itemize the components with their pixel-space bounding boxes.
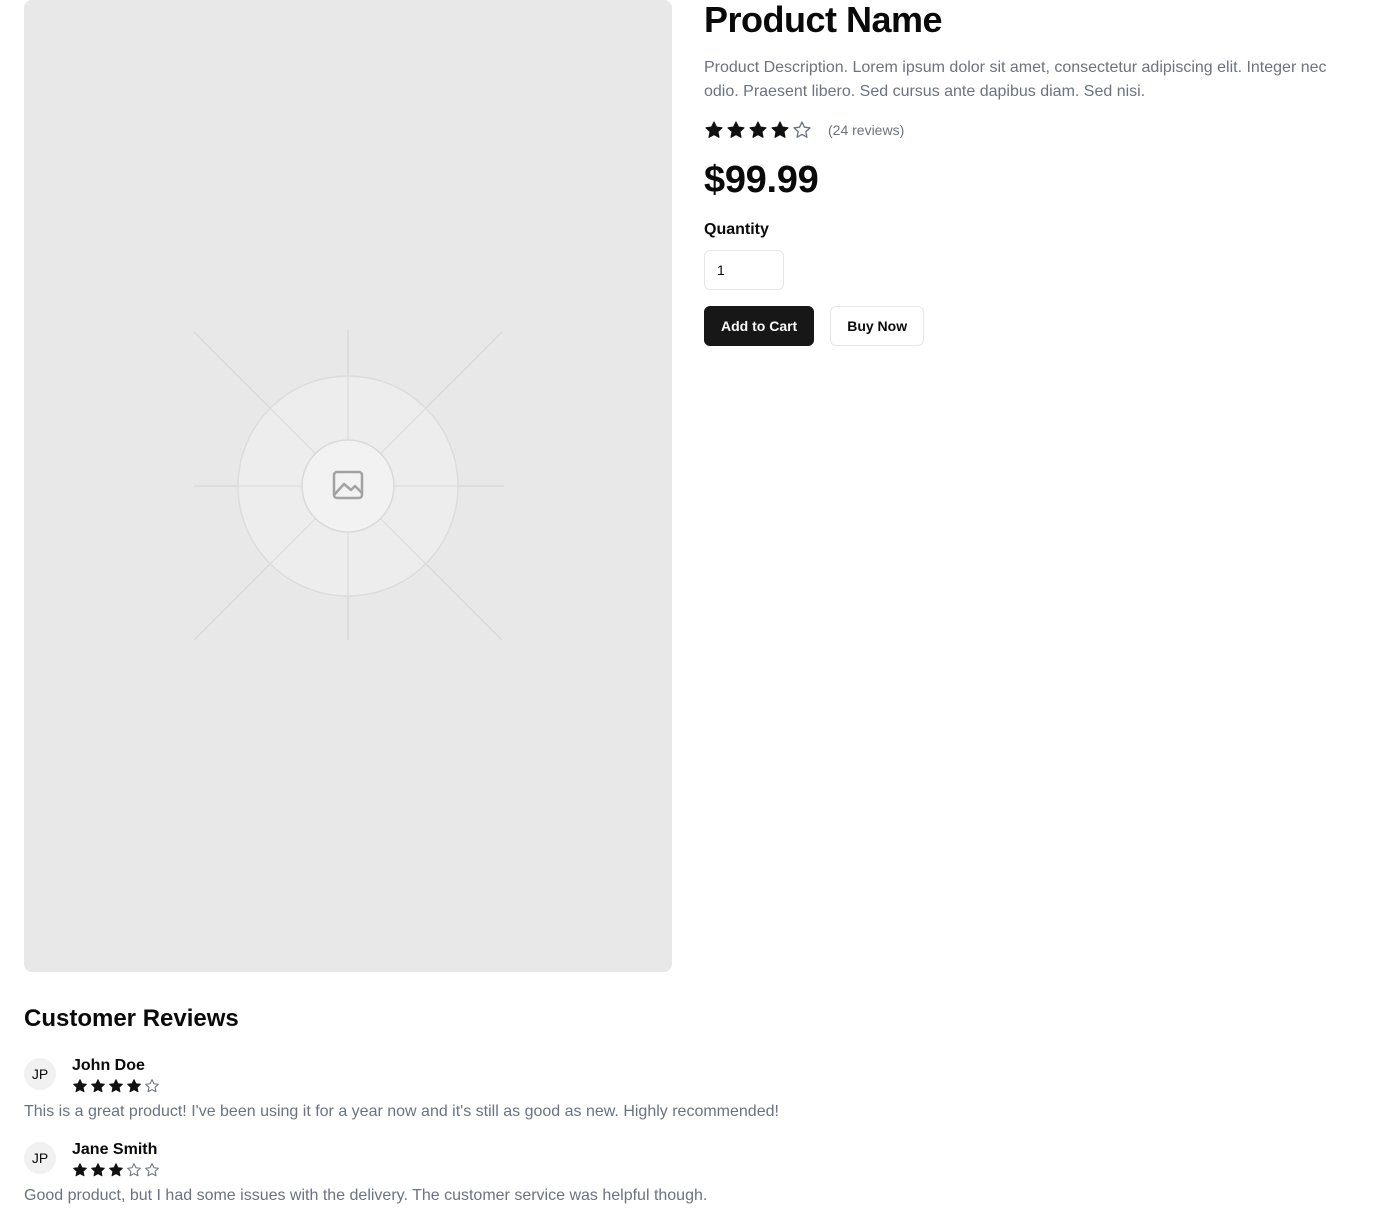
review-count: (24 reviews) [828,122,905,138]
reviewer-info: Jane Smith [72,1140,160,1178]
star-filled-icon [91,1079,105,1093]
product-price: $99.99 [704,159,819,201]
image-placeholder-graphic [193,330,504,641]
product-page: Product Name Product Description. Lorem … [0,0,1376,1224]
add-to-cart-button[interactable]: Add to Cart [704,306,815,346]
buy-now-button[interactable]: Buy Now [830,306,925,346]
star-empty-icon [127,1163,141,1177]
avatar: JP [24,1058,56,1090]
star-filled-icon [109,1163,123,1177]
review-item: JP John Doe This is a great product! I'v… [24,1056,1352,1124]
reviewer-name: John Doe [72,1057,145,1074]
reviewer-name: Jane Smith [72,1141,158,1158]
reviews-title: Customer Reviews [24,1005,239,1032]
star-empty-icon [145,1079,159,1093]
reviewer-info: John Doe [72,1056,160,1094]
review-item: JP Jane Smith Good product, but I had so… [24,1140,1352,1208]
review-header: JP Jane Smith [24,1140,1352,1178]
star-filled-icon [771,121,789,138]
star-empty-icon [145,1163,159,1177]
review-rating-stars [72,1078,160,1094]
avatar: JP [24,1142,56,1174]
rating-stars [704,120,812,140]
review-text: This is a great product! I've been using… [24,1103,779,1120]
product-image [24,0,672,972]
action-buttons: Add to Cart Buy Now [704,306,1352,346]
review-header: JP John Doe [24,1056,1352,1094]
customer-reviews: Customer Reviews JP John Doe This is a g… [24,1000,1352,1208]
review-rating-stars [72,1162,160,1178]
review-text: Good product, but I had some issues with… [24,1187,708,1204]
product-details: Product Name Product Description. Lorem … [704,0,1352,346]
product-rating: (24 reviews) [704,118,1352,142]
product-description: Product Description. Lorem ipsum dolor s… [704,59,1327,100]
quantity-input[interactable] [704,250,784,290]
star-filled-icon [73,1163,87,1177]
star-filled-icon [727,121,745,138]
star-filled-icon [73,1079,87,1093]
star-filled-icon [127,1079,141,1093]
star-filled-icon [749,121,767,138]
star-filled-icon [91,1163,105,1177]
quantity-label: Quantity [704,221,769,238]
star-empty-icon [793,121,811,138]
product-title: Product Name [704,0,943,40]
star-filled-icon [109,1079,123,1093]
star-filled-icon [705,121,723,138]
